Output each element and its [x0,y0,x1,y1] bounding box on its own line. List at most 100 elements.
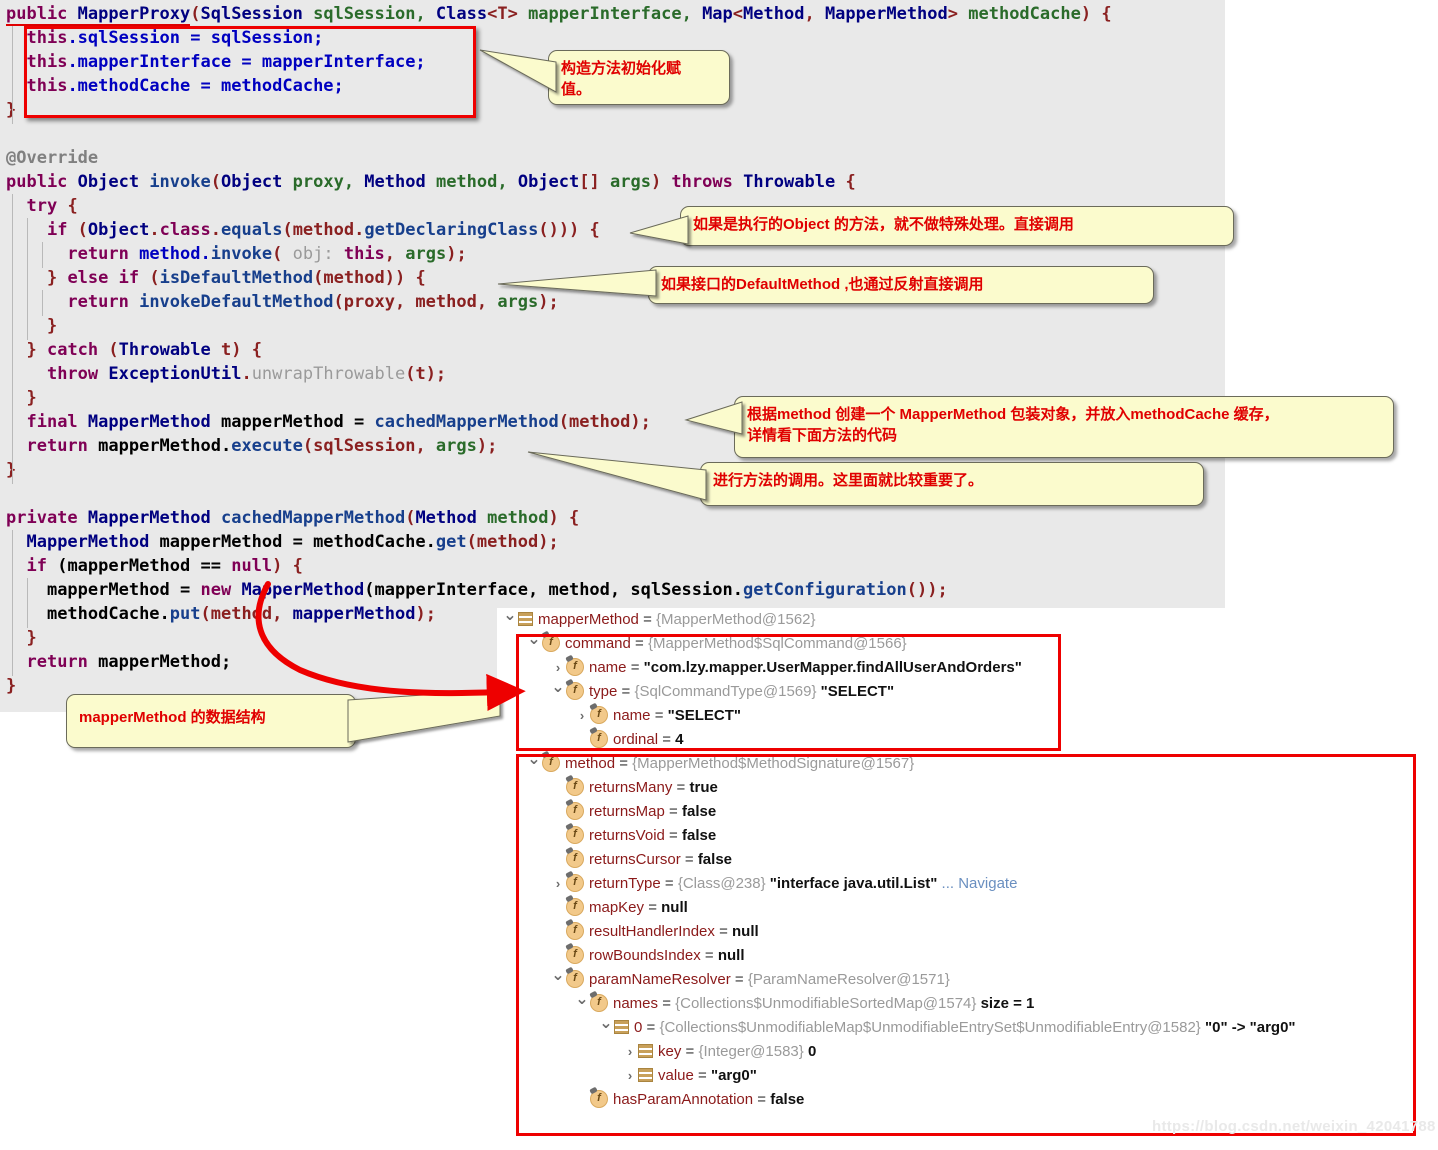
code-token: MapperProxy [77,4,191,26]
debugger-tree-row[interactable]: f hasParamAnnotation = false [497,1088,1438,1112]
code-token: ( [108,340,119,360]
code-token: Class [435,4,488,24]
object-reference: {Collections$UnmodifiableMap$Unmodifiabl… [659,1019,1205,1036]
code-line: } [6,626,37,650]
code-editor[interactable]: public MapperProxy(SqlSession sqlSession… [0,0,1225,712]
chevron-down-icon[interactable]: ⌄ [599,1012,613,1036]
code-token: ); [446,244,467,264]
code-token: equals [221,220,283,240]
debugger-tree-row[interactable]: ⌄ f command = {MapperMethod$SqlCommand@156… [497,631,1438,656]
object-reference: {SqlCommandType@1569} [634,683,821,700]
code-token: obj: [292,244,334,264]
debugger-tree-row[interactable]: ⌄ f method = {MapperMethod$MethodSignature… [497,751,1438,776]
code-token: } [26,628,37,648]
debugger-tree-row[interactable]: ⌄ f paramNameResolver = {ParamNameResolver… [497,967,1438,992]
debugger-tree-row[interactable]: › f returnType = {Class@238} "interface ja… [497,872,1438,896]
debugger-tree-row[interactable]: › value = "arg0" [497,1064,1438,1088]
chevron-right-icon[interactable]: › [623,1064,637,1088]
code-token: cachedMapperMethod [220,508,406,528]
variable-value: null [717,947,745,964]
debugger-tree-row[interactable]: ⌄ f names = {Collections$UnmodifiableSorte… [497,991,1438,1016]
code-token: (proxy, method, [333,292,498,312]
equals-sign: = [658,731,676,748]
code-token: ); [538,292,559,312]
debugger-tree-row[interactable]: f resultHandlerIndex = null [497,920,1438,944]
field-icon: f [590,730,608,749]
debugger-tree-row[interactable]: ⌄ mapperMethod = {MapperMethod@1562} [497,608,1438,632]
chevron-down-icon[interactable]: ⌄ [503,608,517,628]
equals-sign: = [644,899,662,916]
field-icon: f [566,970,584,989]
debugger-tree-row[interactable]: f returnsMany = true [497,776,1438,800]
variable-value: false [770,1091,805,1108]
field-icon: f [566,874,584,893]
callout-default-method: 如果接口的DefaultMethod ,也通过反射直接调用 [648,266,1154,304]
code-token: ( [272,244,293,264]
variable-value: "interface java.util.List" [769,875,938,892]
debugger-tree-row[interactable]: f returnsCursor = false [497,848,1438,872]
code-token: ( [210,172,221,192]
code-token: cachedMapperMethod [374,412,559,432]
debugger-tree-row[interactable]: f returnsVoid = false [497,824,1438,848]
field-icon: f [566,658,584,677]
equals-sign: = [681,1043,699,1060]
code-line: return invokeDefaultMethod(proxy, method… [6,290,559,314]
chevron-right-icon[interactable]: › [575,704,589,728]
code-token: try [26,196,58,216]
code-token: class [159,220,211,240]
object-reference: {ParamNameResolver@1571} [747,971,950,988]
debugger-tree-row[interactable]: › f name = "com.lzy.mapper.UserMapper.find… [497,656,1438,680]
chevron-right-icon[interactable]: › [551,872,565,896]
callout-mappermethod-cache: 根据method 创建一个 MapperMethod 包装对象，并放入metho… [734,396,1394,458]
variable-value: "SELECT" [667,707,742,724]
variable-name: rowBoundsIndex [589,947,701,964]
navigate-link[interactable]: ... Navigate [937,875,1018,892]
code-token: Map [702,4,733,24]
debugger-tree-row[interactable]: › key = {Integer@1583} 0 [497,1040,1438,1064]
code-token: sqlSession, [302,4,436,24]
debugger-tree-row[interactable]: ⌄ 0 = {Collections$UnmodifiableMap$Unmodi… [497,1015,1438,1040]
chevron-down-icon[interactable]: ⌄ [575,988,589,1012]
code-token: return [26,436,99,456]
indent-guide [27,218,28,340]
chevron-down-icon[interactable]: ⌄ [527,628,541,652]
debugger-tree-row[interactable]: f rowBoundsIndex = null [497,944,1438,968]
chevron-down-icon[interactable]: ⌄ [551,676,565,700]
debugger-tree-row[interactable]: ⌄ f type = {SqlCommandType@1569} "SELECT" [497,679,1438,704]
code-token: mapperInterface, [528,4,703,24]
watermark: https://blog.csdn.net/weixin_42041788 [1152,1118,1436,1135]
variable-name: returnsMap [589,803,665,820]
variable-name: command [565,635,631,652]
code-line: @Override [6,146,98,170]
chevron-down-icon[interactable]: ⌄ [527,748,541,772]
debugger-tree-row[interactable]: › f name = "SELECT" [497,704,1438,728]
code-token: Throwable [118,340,211,360]
debugger-tree-row[interactable]: f ordinal = 4 [497,728,1438,752]
variable-name: key [658,1043,682,1060]
code-line: return mapperMethod.execute(sqlSession, … [6,434,497,458]
code-token: execute [231,436,303,456]
chevron-right-icon[interactable]: › [623,1040,637,1064]
code-token: method. [139,244,211,264]
code-token: args [405,244,447,264]
field-icon: f [566,850,584,869]
debugger-variables-panel[interactable]: ⌄ mapperMethod = {MapperMethod@1562} ⌄ f co… [497,608,1438,1143]
debugger-tree-row[interactable]: f returnsMap = false [497,800,1438,824]
debugger-tree-row[interactable]: f mapKey = null [497,896,1438,920]
code-token: mapperMethod; [98,652,232,672]
code-line: MapperMethod mapperMethod = methodCache.… [6,530,558,554]
code-token: this [26,76,68,96]
code-token: ( [77,220,88,240]
code-line: public MapperProxy(SqlSession sqlSession… [6,2,1112,26]
code-token: ( [190,4,201,24]
code-token: Throwable [743,172,836,192]
indent-guide [12,194,13,484]
code-token: [] [579,172,610,192]
chevron-down-icon[interactable]: ⌄ [551,964,565,988]
code-token: , [384,244,406,264]
